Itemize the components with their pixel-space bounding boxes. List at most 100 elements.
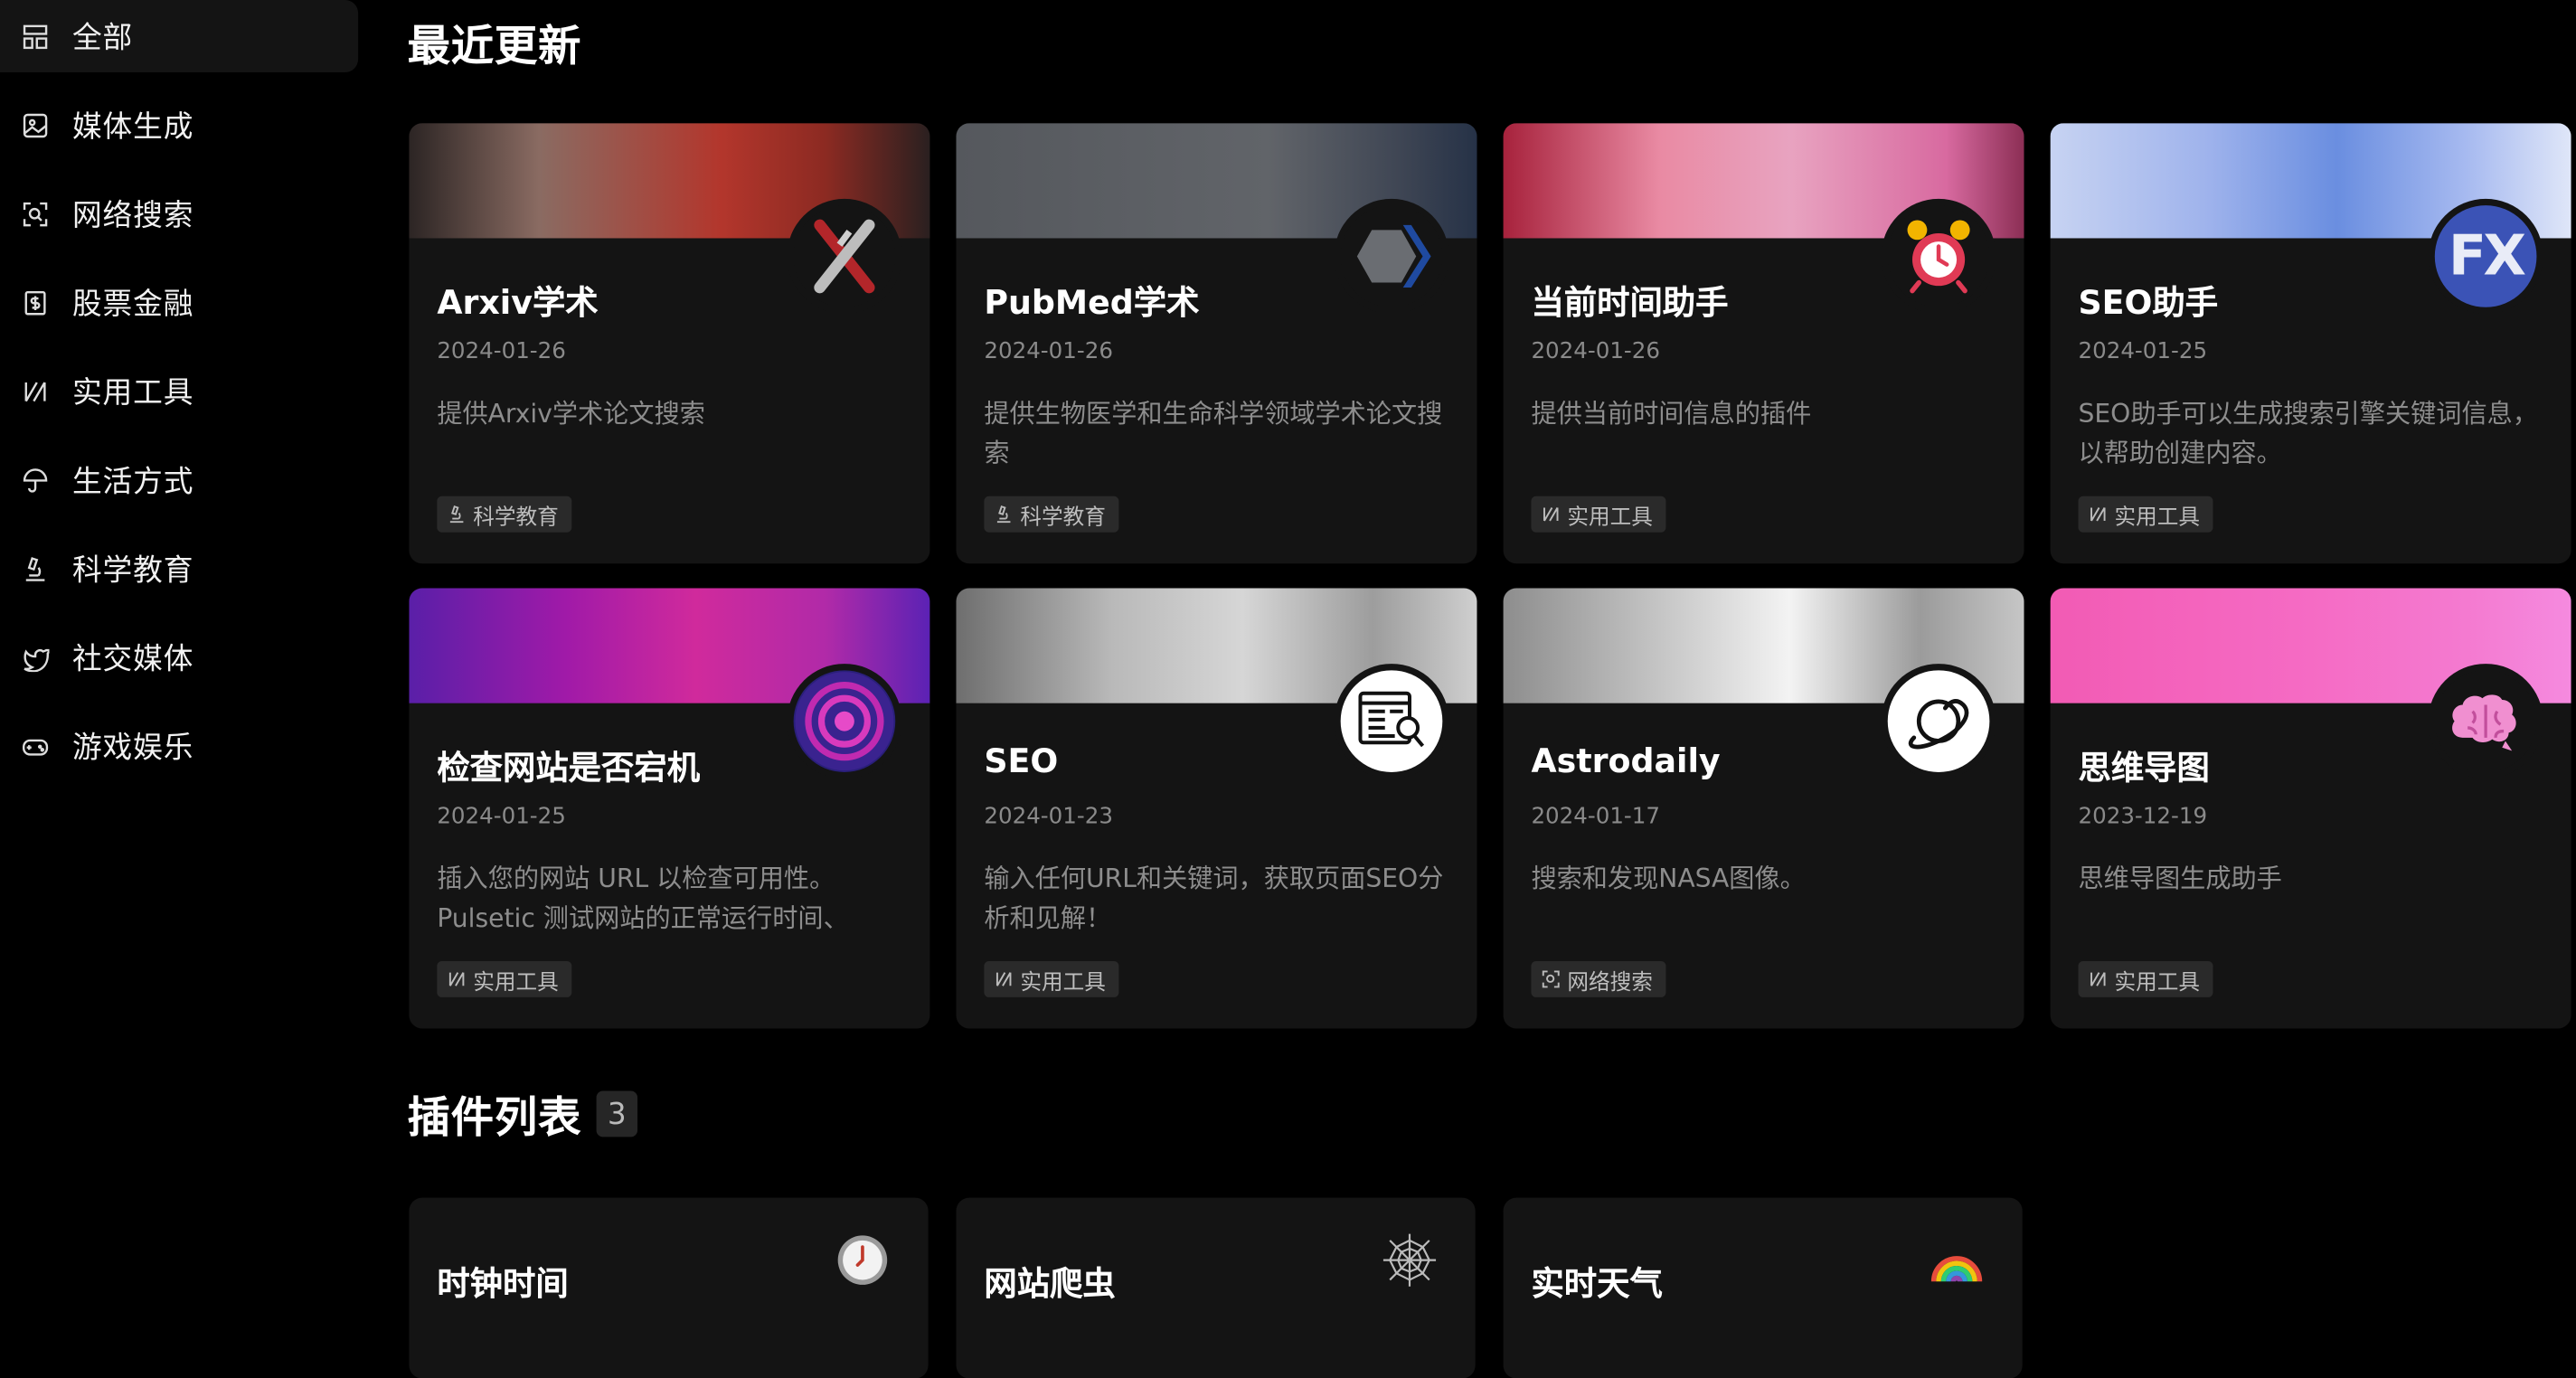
card-description: 输入任何URL和关键词，获取页面SEO分析和见解！ (984, 864, 1444, 934)
card-description: 提供Arxiv学术论文搜索 (437, 399, 705, 429)
card-avatar: FX (2428, 198, 2543, 315)
card-date: 2024-01-26 (1531, 338, 1661, 365)
card-title: 思维导图 (2078, 747, 2210, 788)
tools-icon (1543, 506, 1559, 522)
plugin-card-pubmed[interactable]: PubMed学术 2024-01-26 提供生物医学和生命科学领域学术论文搜索 … (956, 123, 1477, 564)
tools-icon (995, 972, 1012, 986)
tools-icon (2090, 506, 2106, 522)
category-tag[interactable]: 科学教育 (437, 496, 572, 533)
card-title: 时钟时间 (437, 1263, 569, 1303)
image-icon (20, 110, 50, 140)
plugin-card-astrodaily[interactable]: Astrodaily 2024-01-17 搜索和发现NASA图像。 网络搜索 (1503, 588, 2024, 1029)
clock-icon (833, 1231, 892, 1289)
category-tag[interactable]: 实用工具 (984, 960, 1119, 997)
rainbow-icon (1927, 1231, 1986, 1289)
plugin-count-badge: 3 (596, 1090, 637, 1137)
planet-icon (1887, 670, 1990, 772)
plugin-card-arxiv[interactable]: Arxiv学术 2024-01-26 提供Arxiv学术论文搜索 科学教育 (409, 123, 930, 564)
sidebar-item-web-search[interactable]: 网络搜索 (0, 177, 358, 250)
scan-search-icon (1542, 970, 1560, 988)
card-title: 检查网站是否宕机 (437, 747, 701, 788)
microscope-icon (996, 505, 1011, 524)
card-description: 搜索和发现NASA图像。 (1531, 864, 1806, 894)
plugin-card-current-time[interactable]: 当前时间助手 2024-01-26 提供当前时间信息的插件 实用工具 (1503, 123, 2024, 564)
umbrella-icon (20, 465, 50, 495)
pulse-target-icon (793, 670, 896, 772)
sidebar-item-lifestyle[interactable]: 生活方式 (0, 444, 358, 516)
card-avatar (787, 198, 902, 315)
tag-label: 科学教育 (473, 505, 559, 530)
fx-logo-icon: FX (2434, 205, 2537, 307)
pubmed-logo-icon (1340, 205, 1443, 307)
plugin-list-card-web-crawler[interactable]: 网站爬虫 (956, 1197, 1476, 1378)
card-date: 2023-12-19 (2078, 803, 2208, 830)
category-tag[interactable]: 科学教育 (984, 496, 1119, 533)
tag-label: 实用工具 (2114, 505, 2200, 530)
card-date: 2024-01-26 (437, 338, 566, 365)
plugin-list-title: 插件列表 (407, 1094, 582, 1144)
tag-label: 实用工具 (1020, 969, 1106, 996)
tag-label: 科学教育 (1020, 505, 1106, 530)
plugin-card-mind-map[interactable]: 思维导图 2023-12-19 思维导图生成助手 实用工具 (2050, 588, 2571, 1029)
sidebar-item-label: 股票金融 (71, 287, 194, 323)
tools-icon (448, 972, 465, 986)
sidebar-item-finance[interactable]: 股票金融 (0, 266, 358, 338)
card-avatar (787, 664, 902, 779)
plugin-card-website-down-check[interactable]: 检查网站是否宕机 2024-01-25 插入您的网站 URL 以检查可用性。Pu… (409, 588, 930, 1029)
card-description: SEO助手可以生成搜索引擎关键词信息，以帮助创建内容。 (2078, 399, 2538, 468)
plugin-list-card-clock[interactable]: 时钟时间 (409, 1197, 929, 1378)
grid-icon (20, 22, 50, 52)
sidebar-item-science[interactable]: 科学教育 (0, 533, 358, 605)
card-date: 2024-01-23 (984, 803, 1113, 830)
card-title: SEO助手 (2078, 282, 2219, 323)
card-title: 当前时间助手 (1531, 282, 1729, 323)
card-date: 2024-01-26 (984, 338, 1113, 365)
sidebar-item-label: 媒体生成 (71, 109, 194, 145)
sidebar-item-label: 社交媒体 (71, 642, 194, 677)
category-tag[interactable]: 网络搜索 (1531, 960, 1666, 997)
plugin-card-seo-assistant[interactable]: FX SEO助手 2024-01-25 SEO助手可以生成搜索引擎关键词信息，以… (2050, 123, 2571, 564)
card-description: 思维导图生成助手 (2078, 864, 2282, 894)
category-tag[interactable]: 实用工具 (1531, 496, 1666, 533)
tag-label: 网络搜索 (1567, 969, 1653, 996)
card-description: 提供当前时间信息的插件 (1531, 399, 1812, 429)
microscope-icon (449, 505, 464, 524)
card-date: 2024-01-25 (2078, 338, 2208, 365)
plugin-card-seo[interactable]: SEO 2024-01-23 输入任何URL和关键词，获取页面SEO分析和见解！… (956, 588, 1477, 1029)
sidebar-item-label: 网络搜索 (71, 198, 194, 234)
card-description: 提供生物医学和生命科学领域学术论文搜索 (984, 399, 1443, 468)
card-avatar (2428, 664, 2543, 779)
card-title: SEO (984, 741, 1059, 781)
card-avatar (1334, 198, 1449, 315)
card-title: PubMed学术 (984, 282, 1200, 323)
card-title: 网站爬虫 (984, 1263, 1116, 1303)
card-title: 实时天气 (1531, 1263, 1663, 1303)
card-title: Arxiv学术 (437, 282, 599, 323)
plugin-list-card-weather[interactable]: 实时天气 (1503, 1197, 2023, 1378)
twitter-icon (20, 642, 50, 672)
sidebar-item-label: 生活方式 (71, 465, 194, 500)
microscope-icon (20, 553, 50, 583)
recent-section-title: 最近更新 (407, 23, 582, 72)
card-avatar (1334, 664, 1449, 779)
sidebar-item-label: 游戏娱乐 (71, 731, 194, 766)
tools-icon (2090, 972, 2106, 986)
card-date: 2024-01-25 (437, 803, 566, 830)
sidebar-item-media[interactable]: 媒体生成 (0, 89, 358, 161)
sidebar-item-all[interactable]: 全部 (0, 0, 359, 72)
sidebar-item-social[interactable]: 社交媒体 (0, 621, 358, 694)
card-avatar (1881, 198, 1996, 315)
brain-icon (2434, 670, 2537, 772)
sidebar-item-games[interactable]: 游戏娱乐 (0, 710, 358, 782)
alarm-clock-icon (1887, 205, 1990, 307)
dollar-icon (20, 288, 50, 317)
tools-icon (20, 376, 50, 406)
card-description: 插入您的网站 URL 以检查可用性。Pulsetic 测试网站的正常运行时间、可… (437, 864, 849, 934)
sidebar-item-label: 实用工具 (71, 376, 194, 411)
category-tag[interactable]: 实用工具 (2078, 960, 2213, 997)
category-tag[interactable]: 实用工具 (437, 960, 572, 997)
category-tag[interactable]: 实用工具 (2078, 496, 2213, 533)
sidebar: 全部 媒体生成 网络搜索 股票金融 实用工具 生活方式 科学教育 社交媒体 游戏… (0, 0, 359, 1354)
gamepad-icon (20, 731, 50, 761)
sidebar-item-tools[interactable]: 实用工具 (0, 354, 358, 427)
